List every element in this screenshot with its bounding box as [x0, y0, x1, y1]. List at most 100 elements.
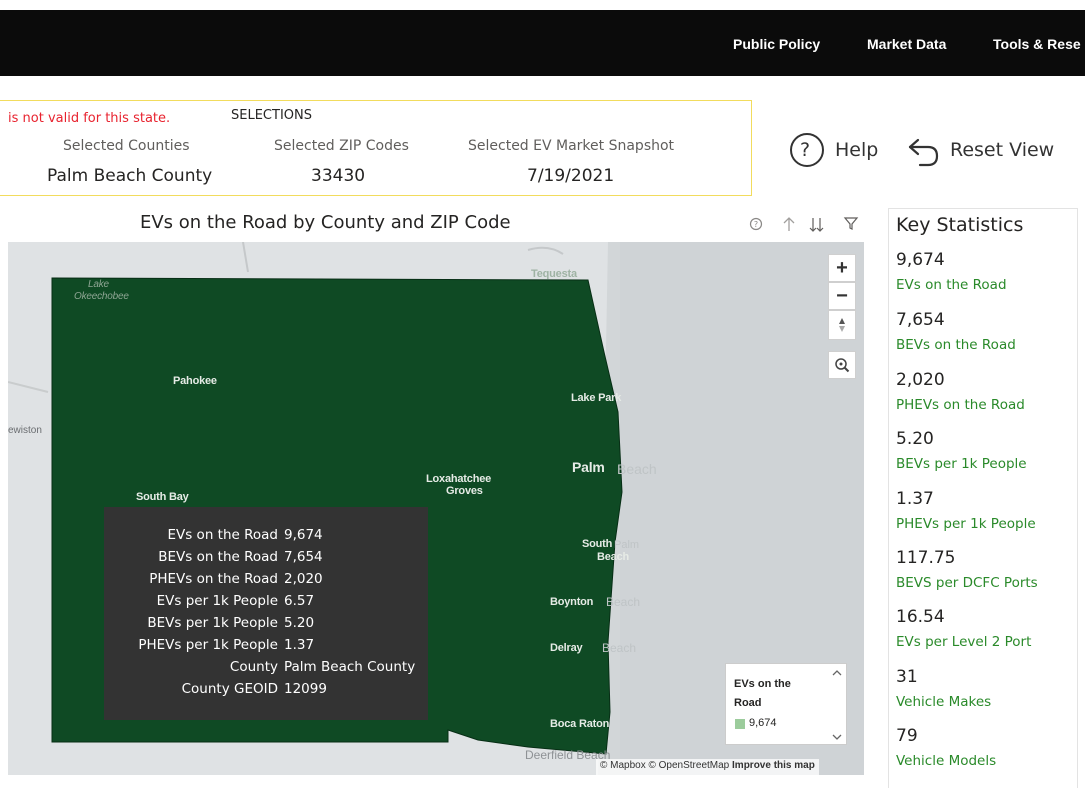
tooltip-value: 7,654 — [284, 549, 323, 565]
map-label-south-beach: Beach — [597, 551, 630, 563]
stat-label-vehicle-makes: Vehicle Makes — [896, 694, 992, 710]
zoom-out-button[interactable]: − — [828, 282, 856, 310]
tooltip-row: BEVs per 1k People 5.20 — [104, 615, 428, 637]
stat-value-phevs: 2,020 — [896, 370, 945, 390]
legend-title-line1: EVs on the — [734, 678, 791, 690]
tooltip-value: 5.20 — [284, 615, 315, 631]
info-icon[interactable]: ? — [749, 217, 763, 231]
map-label-tequesta: Tequesta — [531, 268, 577, 280]
compass-button[interactable] — [828, 310, 856, 340]
tooltip-label: PHEVs on the Road — [149, 571, 278, 587]
sort-icon[interactable] — [808, 216, 826, 232]
state-warning-text: is not valid for this state. — [8, 111, 171, 126]
reset-view-label[interactable]: Reset View — [950, 139, 1054, 161]
map-label-delray: Delray — [550, 642, 583, 654]
map-legend[interactable]: EVs on the Road 9,674 — [725, 663, 847, 745]
stat-value-bevs-per-dcfc: 117.75 — [896, 548, 956, 568]
legend-swatch — [735, 719, 745, 729]
map-title: EVs on the Road by County and ZIP Code — [140, 212, 511, 233]
map-tooltip: EVs on the Road 9,674 BEVs on the Road 7,6… — [104, 507, 428, 720]
help-label[interactable]: Help — [835, 139, 878, 161]
selected-zip-value[interactable]: 33430 — [311, 166, 365, 186]
tooltip-value: 9,674 — [284, 527, 323, 543]
compass-icon — [839, 318, 845, 332]
legend-scrollbar[interactable] — [831, 667, 843, 743]
filter-icon[interactable] — [843, 215, 859, 231]
tooltip-row: BEVs on the Road 7,654 — [104, 549, 428, 571]
help-button[interactable]: ? — [788, 131, 826, 169]
nav-market-data[interactable]: Market Data — [867, 36, 946, 52]
improve-map-link[interactable]: Improve this map — [732, 760, 815, 771]
zoom-search-icon — [835, 358, 850, 373]
key-statistics-title: Key Statistics — [896, 214, 1024, 236]
stat-value-bevs-per-1k: 5.20 — [896, 429, 934, 449]
stat-label-evs-per-l2: EVs per Level 2 Port — [896, 634, 1032, 650]
map-label-boynton-rest: Beach — [606, 595, 641, 609]
tooltip-row: County GEOID 12099 — [104, 681, 428, 703]
drill-up-icon[interactable] — [782, 216, 796, 232]
map-label-south-bay: South Bay — [136, 491, 189, 503]
nav-tools-resources[interactable]: Tools & Rese — [993, 36, 1081, 52]
tooltip-value: 1.37 — [284, 637, 315, 653]
zoom-in-glyph: + — [836, 256, 848, 279]
stat-label-vehicle-models: Vehicle Models — [896, 753, 997, 769]
stat-value-phevs-per-1k: 1.37 — [896, 489, 934, 509]
map-attribution: © Mapbox © OpenStreetMap Improve this ma… — [596, 759, 819, 775]
zoom-search-button[interactable] — [828, 351, 856, 379]
map-label-boca-raton: Boca Raton — [550, 718, 610, 730]
selected-zip-label: Selected ZIP Codes — [274, 138, 409, 154]
map-label-boynton: Boynton — [550, 596, 594, 608]
tooltip-label: BEVs per 1k People — [147, 615, 278, 631]
map-label-palm: Palm — [572, 459, 605, 475]
tooltip-value: 12099 — [284, 681, 327, 697]
stat-value-bevs: 7,654 — [896, 310, 945, 330]
map-label-lake: Lake — [88, 279, 109, 290]
stat-label-bevs-per-1k: BEVs per 1k People — [896, 456, 1027, 472]
map-label-groves: Groves — [446, 485, 483, 497]
zoom-in-button[interactable]: + — [828, 254, 856, 282]
selected-counties-value[interactable]: Palm Beach County — [47, 166, 212, 186]
selected-snapshot-value[interactable]: 7/19/2021 — [527, 166, 614, 186]
selected-counties-label: Selected Counties — [63, 138, 190, 154]
legend-title-line2: Road — [734, 697, 762, 709]
tooltip-label: County — [229, 659, 278, 675]
svg-text:?: ? — [754, 220, 758, 229]
map-label-pahokee: Pahokee — [173, 375, 217, 387]
tooltip-row: PHEVs on the Road 2,020 — [104, 571, 428, 593]
map-label-okeechobee: Okeechobee — [74, 291, 129, 302]
tooltip-label: BEVs on the Road — [158, 549, 278, 565]
reset-arrow-icon[interactable] — [906, 134, 942, 168]
map-label-loxahatchee: Loxahatchee — [426, 473, 492, 485]
stat-label-evs: EVs on the Road — [896, 277, 1007, 293]
map-label-south-palm: Palm — [614, 539, 640, 551]
map-label-delray-rest: Beach — [602, 641, 637, 655]
map-label-south: South — [582, 538, 613, 550]
mapbox-attribution[interactable]: © Mapbox © OpenStreetMap — [600, 760, 729, 771]
zoom-out-glyph: − — [836, 284, 848, 307]
stat-label-bevs: BEVs on the Road — [896, 337, 1016, 353]
stat-value-evs: 9,674 — [896, 250, 945, 270]
selections-heading: SELECTIONS — [231, 108, 312, 123]
stat-value-vehicle-models: 79 — [896, 726, 918, 746]
legend-scroll-down-icon — [832, 734, 842, 740]
nav-public-policy[interactable]: Public Policy — [733, 36, 820, 52]
map-label-lake-park: Lake Park — [571, 392, 622, 404]
tooltip-value: 2,020 — [284, 571, 323, 587]
stat-label-phevs-per-1k: PHEVs per 1k People — [896, 516, 1036, 532]
tooltip-label: EVs per 1k People — [156, 593, 278, 609]
map-label-lewiston: ewiston — [8, 425, 42, 436]
stat-label-bevs-per-dcfc: BEVS per DCFC Ports — [896, 575, 1038, 591]
stat-value-evs-per-l2: 16.54 — [896, 607, 945, 627]
tooltip-value: Palm Beach County — [284, 659, 416, 675]
tooltip-row: EVs on the Road 9,674 — [104, 527, 428, 549]
legend-scroll-up-icon — [832, 670, 842, 676]
tooltip-label: PHEVs per 1k People — [138, 637, 278, 653]
tooltip-label: EVs on the Road — [167, 527, 278, 543]
help-icon-glyph: ? — [800, 139, 811, 161]
tooltip-label: County GEOID — [181, 681, 278, 697]
stat-value-vehicle-makes: 31 — [896, 667, 918, 687]
legend-item-label: 9,674 — [749, 717, 777, 729]
tooltip-row: PHEVs per 1k People 1.37 — [104, 637, 428, 659]
map-label-palm-beach-rest: Beach — [617, 461, 657, 477]
tooltip-row: County Palm Beach County — [104, 659, 428, 681]
